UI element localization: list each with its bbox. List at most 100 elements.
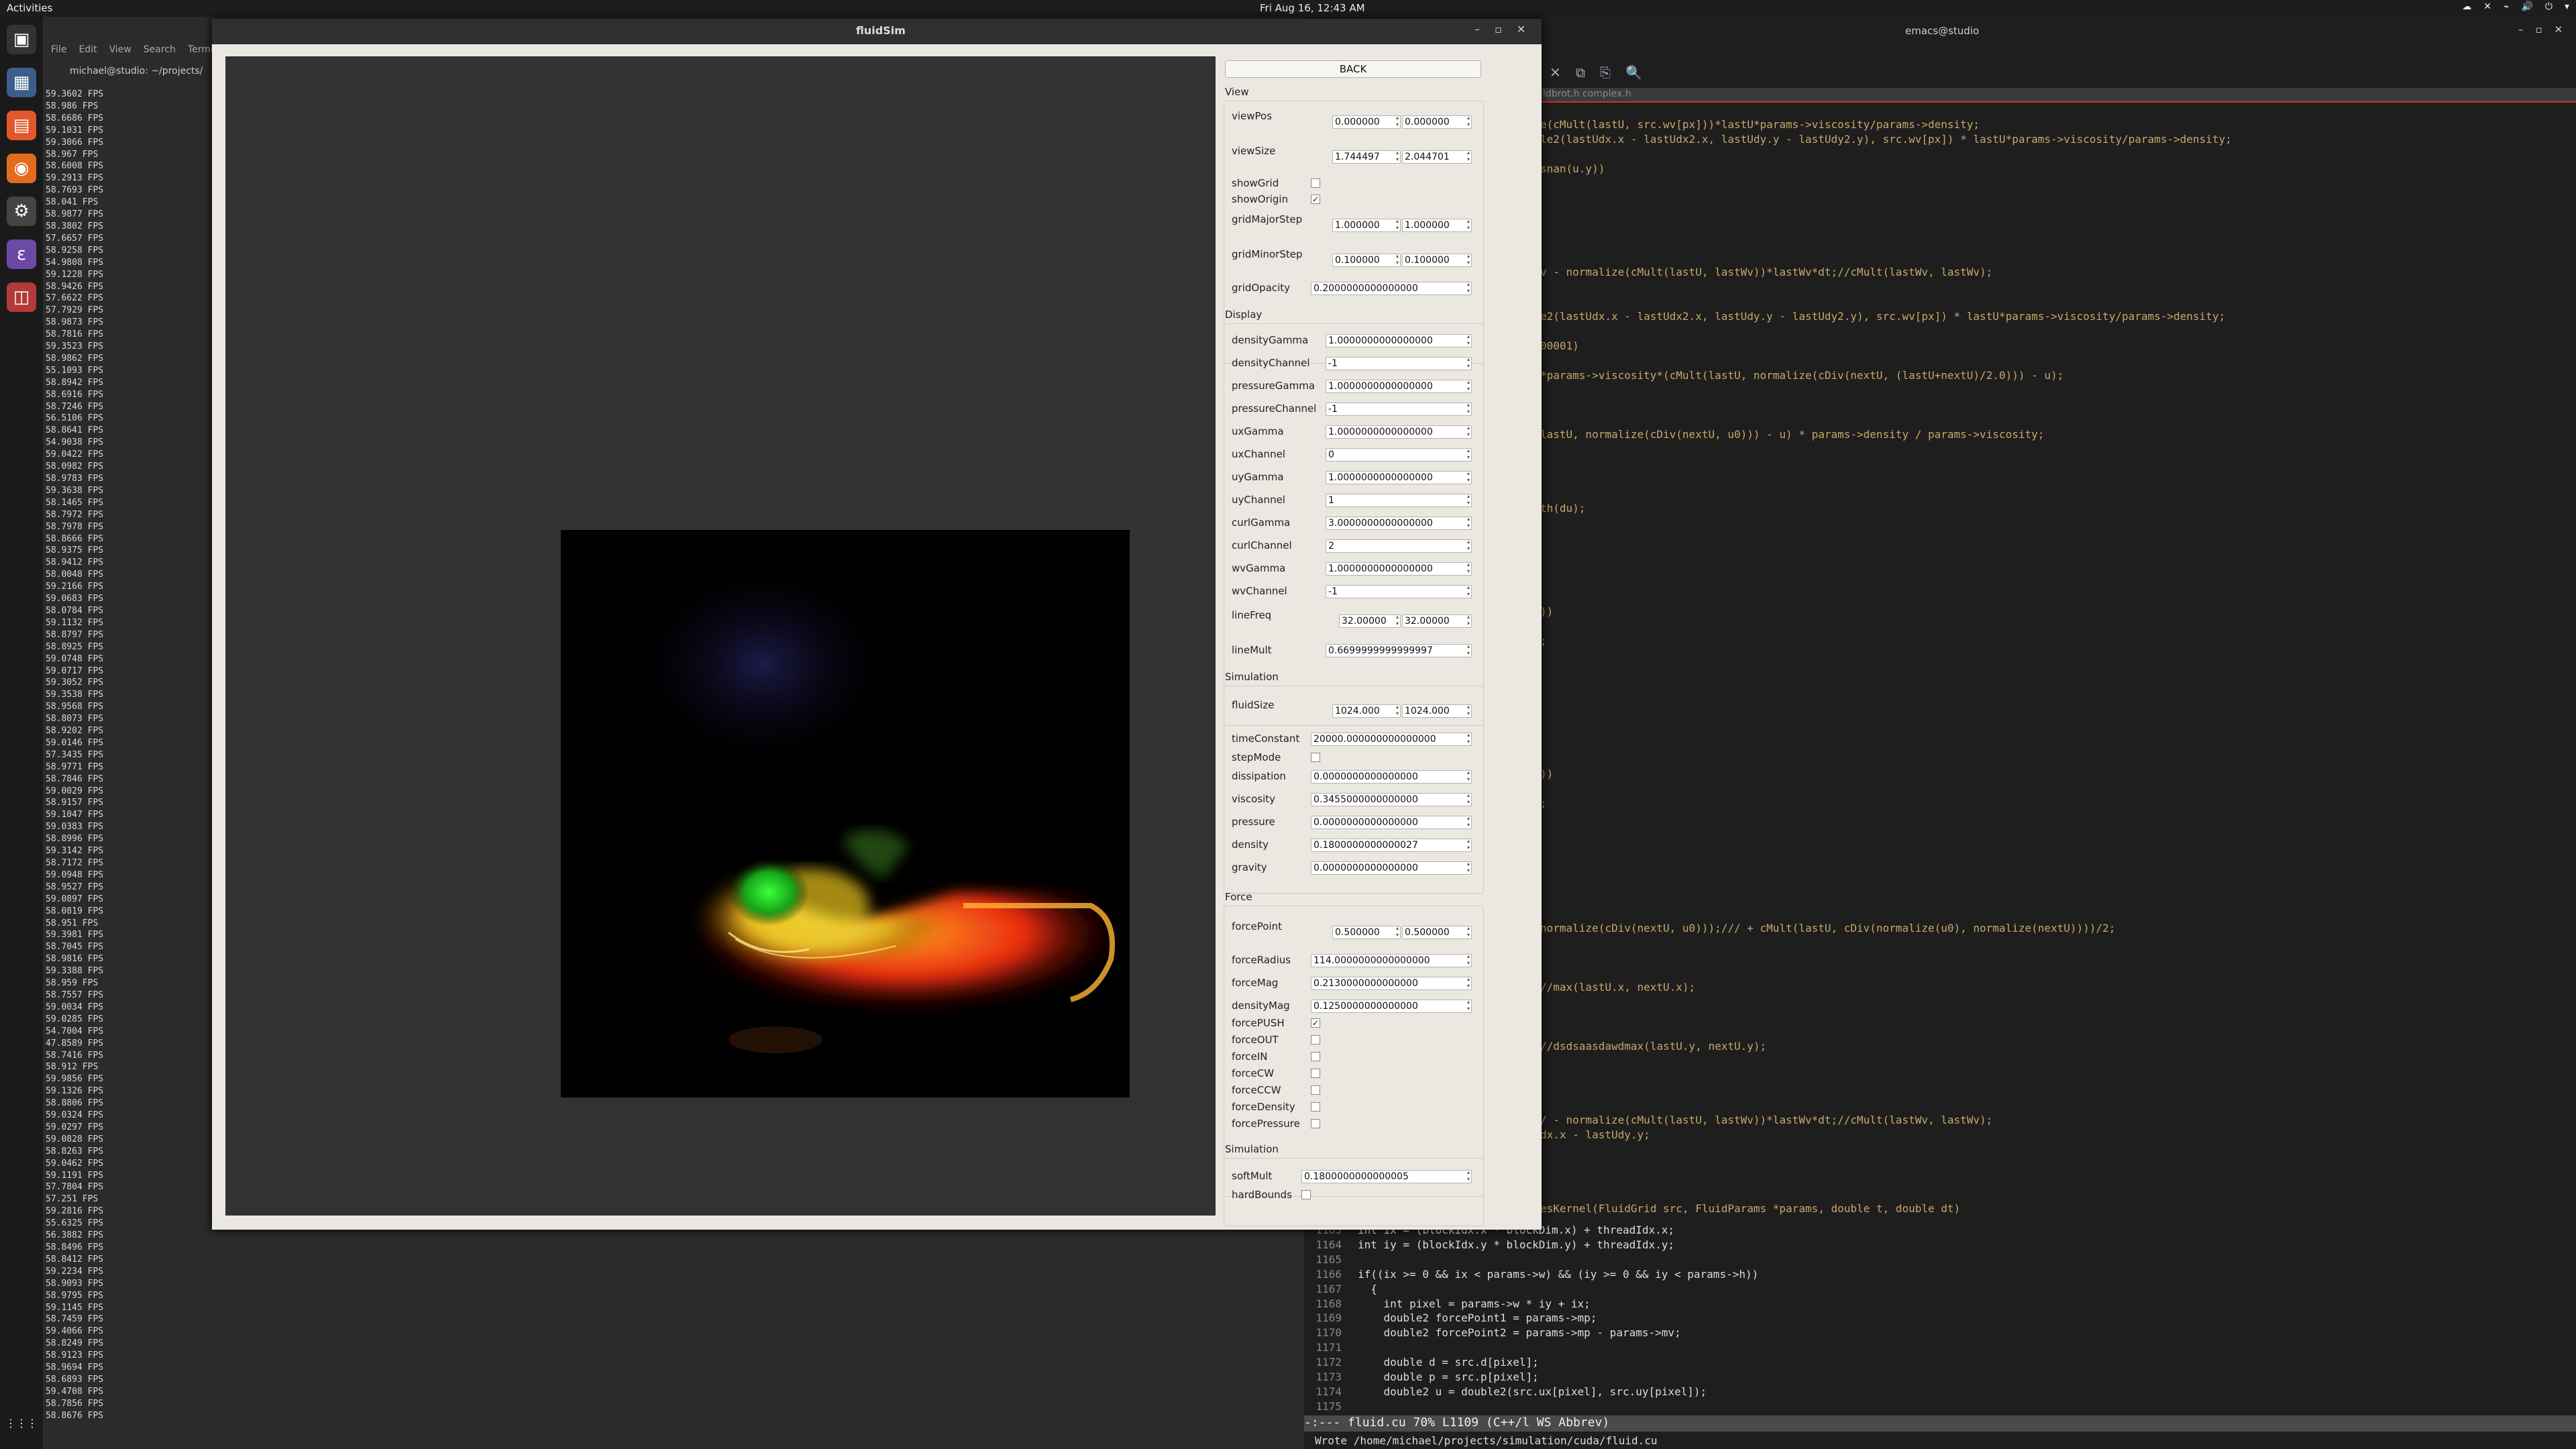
emacs-tab-label[interactable]: ldbrot.h complex.h [1543, 89, 1631, 99]
toolbar-button[interactable]: ⎘ [1600, 64, 1611, 80]
terminal-menu-item[interactable]: Search [144, 44, 176, 60]
window-control-button[interactable]: ▫ [1495, 23, 1502, 36]
tray-icon[interactable]: ✕ [2483, 1, 2491, 12]
fluid-render[interactable] [561, 530, 1130, 1097]
calc-icon[interactable]: ▤ [7, 111, 36, 140]
value-spinbox[interactable]: 0.100000 [1332, 254, 1401, 267]
activities-button[interactable]: Activities [7, 2, 52, 14]
value-spinbox[interactable]: 1.000000 [1332, 219, 1401, 232]
forceout-checkbox[interactable] [1311, 1035, 1320, 1044]
code-line[interactable]: esKernel(FluidGrid src, FluidParams *par… [1540, 1202, 1960, 1215]
forcepressure-checkbox[interactable] [1311, 1119, 1320, 1128]
code-line[interactable]: //max(lastU.x, nextU.x); [1540, 981, 1695, 994]
window-control-button[interactable]: ✕ [1517, 23, 1525, 36]
value-spinbox[interactable]: 1.0000000000000000 [1326, 562, 1472, 576]
code-line[interactable]: e2(lastUdx.x - lastUdx2.x, lastUdy.y - l… [1540, 310, 2225, 323]
value-spinbox[interactable]: 1.744497 [1332, 150, 1401, 164]
value-spinbox[interactable]: 0.500000 [1332, 926, 1401, 939]
code-line[interactable]: v - normalize(cMult(lastU, lastWv))*last… [1540, 266, 1992, 278]
window-control-button[interactable]: – [2518, 23, 2524, 36]
forcedensity-checkbox[interactable] [1311, 1102, 1320, 1112]
forcepush-checkbox[interactable]: ✓ [1311, 1018, 1320, 1028]
value-spinbox[interactable]: 1.0000000000000000 [1326, 334, 1472, 347]
code-line[interactable]: normalize(cDiv(nextU, u0)));/// + cMult(… [1540, 922, 2115, 934]
value-spinbox[interactable]: 0.0000000000000000 [1311, 861, 1472, 875]
value-spinbox[interactable]: 1.000000 [1402, 219, 1472, 232]
code-editor-lower[interactable]: int ix = (blockIdx.x * blockDim.x) + thr… [1358, 1223, 1758, 1399]
emacs-icon[interactable]: ε [7, 239, 36, 269]
tray-icon[interactable]: ⌁ [2504, 1, 2509, 12]
code-line[interactable]: *params->viscosity*(cMult(lastU, normali… [1540, 369, 2063, 382]
value-spinbox[interactable]: 0.2130000000000000 [1311, 977, 1472, 990]
value-spinbox[interactable]: 0 [1326, 448, 1472, 462]
value-spinbox[interactable]: -1 [1326, 402, 1472, 416]
value-spinbox[interactable]: 1.0000000000000000 [1326, 471, 1472, 484]
code-line[interactable]: / - normalize(cMult(lastU, lastWv))*last… [1540, 1114, 1992, 1126]
value-spinbox[interactable]: 1 [1326, 494, 1472, 507]
terminal-menu-item[interactable]: Edit [78, 44, 97, 60]
code-line[interactable]: )) [1540, 605, 1553, 618]
emacs-toolbar[interactable]: ✕ ⧉ ⎘ 🔍 [1550, 64, 1642, 80]
value-spinbox[interactable]: 0.500000 [1402, 926, 1472, 939]
terminal-menu-item[interactable]: File [51, 44, 66, 60]
value-spinbox[interactable]: 0.0000000000000000 [1311, 816, 1472, 829]
back-button[interactable]: BACK [1225, 60, 1481, 78]
value-spinbox[interactable]: 0.1800000000000027 [1311, 839, 1472, 852]
tray-icon[interactable]: ⏻ [2545, 1, 2553, 12]
value-spinbox[interactable]: 32.00000 [1402, 614, 1472, 628]
firefox-icon[interactable]: ◉ [7, 154, 36, 183]
code-line[interactable]: th(du); [1540, 502, 1585, 515]
value-spinbox[interactable]: 0.100000 [1402, 254, 1472, 267]
step-mode-checkbox[interactable] [1311, 753, 1320, 762]
toolbar-button[interactable]: ✕ [1550, 64, 1561, 80]
forcein-checkbox[interactable] [1311, 1052, 1320, 1061]
value-spinbox[interactable]: 0.1250000000000000 [1311, 1000, 1472, 1013]
code-line[interactable]: lastU, normalize(cDiv(nextU, u0))) - u) … [1540, 428, 2044, 441]
terminal-menu-item[interactable]: View [109, 44, 131, 60]
value-spinbox[interactable]: 20000.000000000000000 [1311, 733, 1472, 746]
code-line[interactable]: le2(lastUdx.x - lastUdx2.x, lastUdy.y - … [1540, 133, 2232, 146]
show-apps-icon[interactable]: ⋮⋮⋮ [5, 1408, 38, 1438]
value-spinbox[interactable]: 0.0000000000000000 [1311, 770, 1472, 784]
window-control-button[interactable]: ▫ [2536, 23, 2542, 36]
value-spinbox[interactable]: 114.0000000000000000 [1311, 954, 1472, 967]
value-spinbox[interactable]: 2.044701 [1402, 150, 1472, 164]
forceccw-checkbox[interactable] [1311, 1085, 1320, 1095]
value-spinbox[interactable]: 2 [1326, 539, 1472, 553]
value-spinbox[interactable]: 1.0000000000000000 [1326, 425, 1472, 439]
code-line[interactable]: dx.x - lastUdy.y; [1540, 1128, 1650, 1141]
value-spinbox[interactable]: -1 [1326, 585, 1472, 598]
code-line[interactable]: snan(u.y)) [1540, 162, 1605, 175]
tray-icon[interactable]: 🔊 [2521, 1, 2532, 12]
tray-icon[interactable]: ☁ [2462, 1, 2471, 12]
forcecw-checkbox[interactable] [1311, 1069, 1320, 1078]
value-spinbox[interactable]: 0.1800000000000005 [1301, 1170, 1472, 1183]
screenshot-icon[interactable]: ◫ [7, 282, 36, 312]
code-line[interactable]: )) [1540, 767, 1553, 780]
value-spinbox[interactable]: -1 [1326, 357, 1472, 370]
window-control-button[interactable]: – [1474, 23, 1480, 36]
value-spinbox[interactable]: 32.00000 [1339, 614, 1401, 628]
toolbar-button[interactable]: ⧉ [1576, 64, 1585, 80]
toolbar-button[interactable]: 🔍 [1625, 64, 1642, 80]
emacs-window-controls[interactable]: – ▫ ✕ [2518, 23, 2563, 36]
grid-opacity-spinbox[interactable]: 0.2000000000000000 [1311, 282, 1472, 295]
system-tray[interactable]: ☁ ✕ ⌁ 🔊 ⏻ ▾ [2462, 1, 2569, 12]
clock[interactable]: Fri Aug 16, 12:43 AM [1260, 2, 1365, 14]
code-line[interactable]: //dsdsaasdawdmax(lastU.y, nextU.y); [1540, 1040, 1766, 1053]
code-line[interactable]: 00001) [1540, 339, 1579, 352]
value-spinbox[interactable]: 0.6699999999999997 [1326, 644, 1472, 657]
show-origin-checkbox[interactable]: ✓ [1311, 195, 1320, 204]
value-spinbox[interactable]: 1.0000000000000000 [1326, 380, 1472, 393]
hard-bounds-checkbox[interactable] [1301, 1190, 1311, 1199]
terminal-icon[interactable]: ▣ [7, 25, 36, 54]
code-line[interactable]: e(cMult(lastU, src.wv[px]))*lastU*params… [1540, 118, 1980, 131]
value-spinbox[interactable]: 1024.000 [1332, 704, 1401, 718]
app-grid-icon[interactable]: ▦ [7, 68, 36, 97]
value-spinbox[interactable]: 1024.000 [1402, 704, 1472, 718]
value-spinbox[interactable]: 0.000000 [1332, 115, 1401, 129]
value-spinbox[interactable]: 0.000000 [1402, 115, 1472, 129]
tray-icon[interactable]: ▾ [2565, 1, 2569, 12]
window-control-button[interactable]: ✕ [2555, 23, 2563, 36]
value-spinbox[interactable]: 0.3455000000000000 [1311, 793, 1472, 806]
